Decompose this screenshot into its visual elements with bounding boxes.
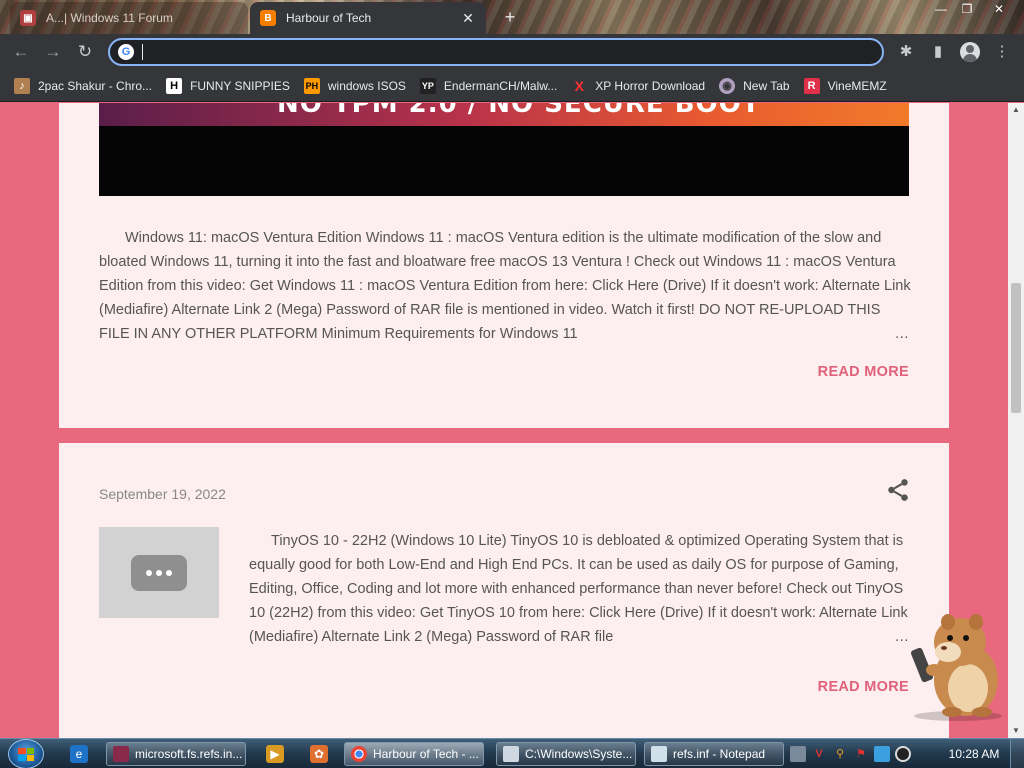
read-more-link[interactable]: READ MORE [818,679,909,695]
notepad-icon [503,746,519,762]
bookmark-endermanch[interactable]: YP EndermanCH/Malw... [419,77,558,94]
tab-harbour-of-tech[interactable]: B Harbour of Tech ✕ [250,2,486,34]
bookmark-label: windows ISOS [327,78,406,93]
post-hero-image[interactable]: NO TPM 2.0 / NO SECURE BOOT [99,103,909,196]
post-excerpt: Windows 11: macOS Ventura Edition Window… [99,226,913,346]
volume-icon[interactable] [895,746,911,762]
x-icon: X [574,77,584,94]
reload-icon[interactable]: ↻ [74,41,96,63]
bookmark-label: XP Horror Download [595,78,706,93]
bookmark-label: VineMEMZ [827,78,887,93]
tab-windows-11-forum[interactable]: ▣ A...| Windows 11 Forum [10,2,248,34]
post-card: September 19, 2022 TinyOS 10 - 22H2 (Win… [59,443,949,738]
scroll-up-icon[interactable]: ▲ [1008,103,1024,117]
taskbar-item-notepad[interactable]: refs.inf - Notepad [644,742,784,766]
scroll-down-icon[interactable]: ▼ [1008,724,1024,738]
h-letter-icon: H [166,77,183,94]
magnifier-icon[interactable]: ⚲ [832,746,848,762]
taskbar-item-chrome[interactable]: Harbour of Tech - ... [344,742,484,766]
notepad-icon [651,746,667,762]
comment-bubble-icon [131,555,187,591]
winrar-icon [113,746,129,762]
blogger-favicon-icon: B [260,10,276,26]
bookmarks-bar: ♪ 2pac Shakur - Chro... H FUNNY SNIPPIES… [0,70,1024,102]
yp-icon: YP [419,77,436,94]
scrollbar-thumb[interactable] [1011,283,1021,413]
windows-logo-icon [18,748,34,761]
google-icon: G [118,44,134,60]
minimize-icon[interactable]: — [930,2,952,18]
bookmark-label: 2pac Shakur - Chro... [38,78,153,93]
taskbar-clock[interactable]: 10:28 AM [944,739,1004,768]
back-icon[interactable]: ← [10,41,32,63]
bookmark-funny-snippies[interactable]: H FUNNY SNIPPIES [166,77,290,94]
address-input[interactable] [144,42,864,62]
post-excerpt: TinyOS 10 - 22H2 (Windows 10 Lite) TinyO… [249,529,913,649]
ph-icon: PH [303,77,320,94]
tab-title: A...| Windows 11 Forum [46,11,173,25]
read-more-link[interactable]: READ MORE [818,364,909,380]
close-window-icon[interactable]: ✕ [988,2,1010,18]
bookmark-vinememz[interactable]: R VineMEMZ [803,77,887,94]
flag-icon[interactable]: ⚑ [853,746,869,762]
start-button[interactable] [8,739,44,768]
excerpt-ellipsis: … [803,322,913,346]
excerpt-ellipsis: … [803,625,913,649]
windows-taskbar: e microsoft.fs.refs.in... ▶ ✿ Harbour of… [0,738,1024,768]
post-excerpt-text: Windows 11: macOS Ventura Edition Window… [99,230,911,342]
close-tab-icon[interactable]: ✕ [460,10,476,27]
menu-kebab-icon[interactable]: ⋮ [992,42,1012,62]
extensions-icon[interactable]: ✱ [896,42,916,62]
bookmark-label: FUNNY SNIPPIES [190,78,290,93]
share-icon[interactable] [885,477,911,503]
bookmark-label: EndermanCH/Malw... [443,78,558,93]
r-letter-icon: R [803,77,820,94]
hero-banner-text: NO TPM 2.0 / NO SECURE BOOT [277,103,761,119]
restore-icon[interactable]: ❐ [956,2,978,18]
post-card: NO TPM 2.0 / NO SECURE BOOT Windows 11: … [59,103,949,428]
blog-page: NO TPM 2.0 / NO SECURE BOOT Windows 11: … [0,103,1008,738]
bookmark-windows-isos[interactable]: PH windows ISOS [303,77,406,94]
hamster-mascot-icon[interactable] [898,608,1010,722]
address-bar[interactable]: G [108,38,884,66]
bookmark-new-tab[interactable]: ◉ New Tab [719,77,790,94]
media-player-icon[interactable]: ▶ [266,745,284,763]
monitor-icon[interactable] [874,746,890,762]
forum-favicon-icon: ▣ [20,10,36,26]
chrome-icon [351,746,367,762]
browser-toolbar: ← → ↻ G ✱ ▮ ⋮ [0,34,1024,70]
side-panel-icon[interactable]: ▮ [928,42,948,62]
globe-icon: ◉ [719,77,736,94]
taskbar-item-winrar[interactable]: microsoft.fs.refs.in... [106,742,246,766]
post-date: September 19, 2022 [99,486,226,502]
page-scrollbar[interactable]: ▲ ▼ [1008,103,1024,738]
taskbar-item-label: C:\Windows\Syste... [525,747,633,761]
profile-avatar[interactable] [960,42,980,62]
bookmark-2pac-icon: ♪ [14,77,30,94]
tray-app-icon[interactable] [790,746,806,762]
taskbar-item-label: microsoft.fs.refs.in... [135,747,243,761]
bookmark-xp-horror[interactable]: X XP Horror Download [571,77,706,94]
new-tab-button[interactable]: + [500,8,520,28]
show-desktop-button[interactable] [1010,739,1024,768]
taskbar-item-label: refs.inf - Notepad [673,747,766,761]
text-cursor [142,44,143,60]
v-icon[interactable]: V [811,746,827,762]
post-thumbnail-placeholder[interactable] [99,527,219,618]
app-shortcut-icon[interactable]: ✿ [310,745,328,763]
browser-title-bar: ▣ A...| Windows 11 Forum B Harbour of Te… [0,0,1024,34]
taskbar-item-explorer[interactable]: C:\Windows\Syste... [496,742,636,766]
taskbar-item-label: Harbour of Tech - ... [373,747,479,761]
bookmark-label: New Tab [743,78,790,93]
forward-icon[interactable]: → [42,41,64,63]
internet-explorer-icon[interactable]: e [70,745,88,763]
tab-title: Harbour of Tech [286,11,372,25]
bookmark-2pac[interactable]: ♪ 2pac Shakur - Chro... [14,77,153,94]
